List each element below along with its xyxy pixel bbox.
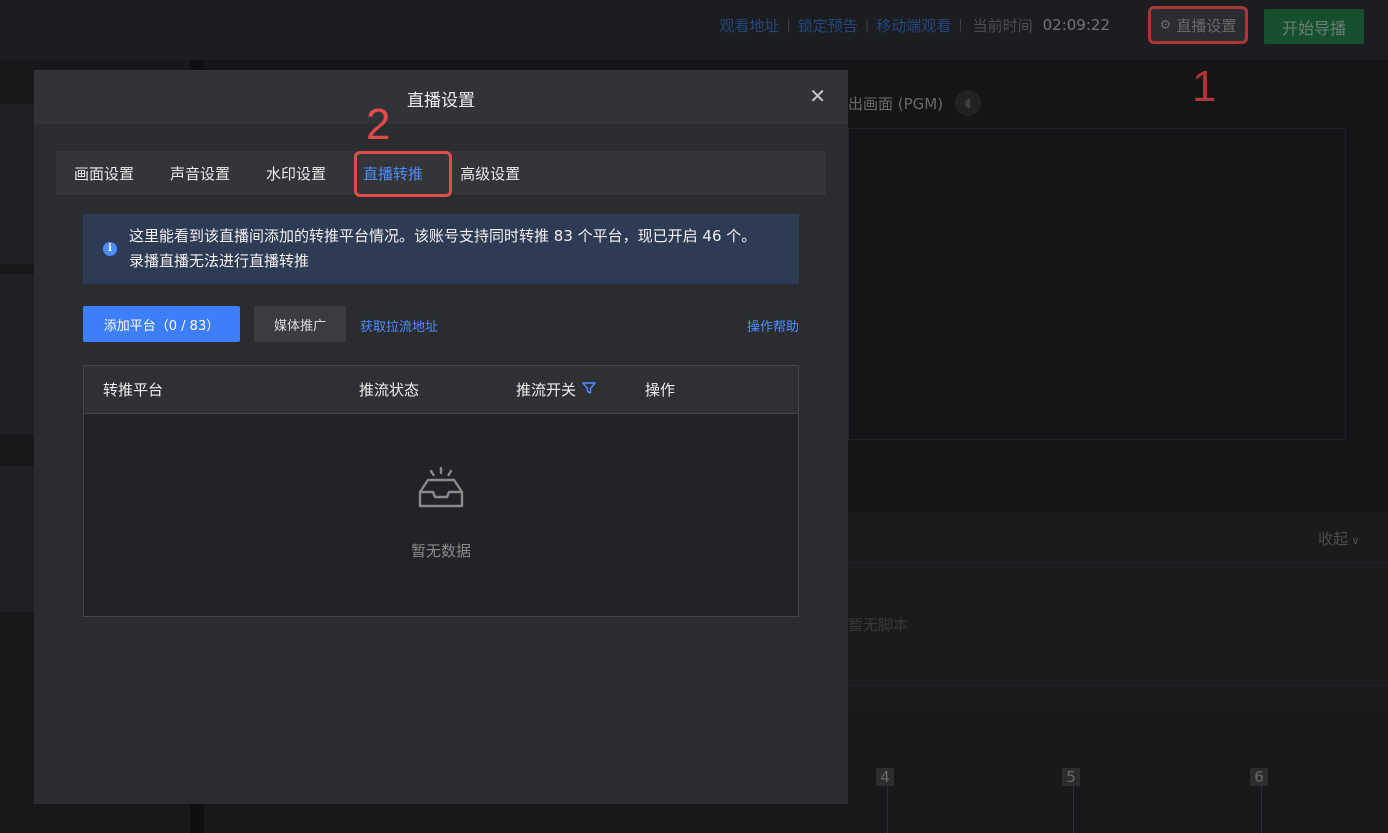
tab-watermark[interactable]: 水印设置 xyxy=(266,151,326,195)
tab-picture[interactable]: 画面设置 xyxy=(74,151,134,195)
column-platform: 转推平台 xyxy=(103,381,164,399)
close-icon[interactable]: ✕ xyxy=(809,84,826,108)
step-2-annotation: 2 xyxy=(366,100,391,149)
empty-state: 暂无数据 xyxy=(84,414,798,617)
column-stream-status: 推流状态 xyxy=(359,381,420,399)
tab-audio[interactable]: 声音设置 xyxy=(170,151,230,195)
modal-header: 直播设置 ✕ xyxy=(34,70,848,124)
live-settings-modal: 直播设置 ✕ 画面设置 声音设置 水印设置 直播转推 高级设置 2 i 这里能看… xyxy=(34,70,848,804)
modal-title: 直播设置 xyxy=(407,91,475,111)
media-promo-button[interactable]: 媒体推广 xyxy=(254,306,346,342)
tab-highlight-box xyxy=(354,151,452,197)
column-stream-switch-label: 推流开关 xyxy=(516,381,577,399)
empty-inbox-icon xyxy=(417,466,465,514)
add-platform-button[interactable]: 添加平台（0 / 83） xyxy=(83,306,240,342)
restream-table: 转推平台 推流状态 推流开关 操作 暂无数据 xyxy=(83,365,799,617)
info-banner: i 这里能看到该直播间添加的转推平台情况。该账号支持同时转推 83 个平台，现已… xyxy=(83,214,799,284)
filter-icon[interactable] xyxy=(582,381,596,399)
column-actions: 操作 xyxy=(645,381,676,399)
info-icon: i xyxy=(103,242,117,256)
table-header: 转推平台 推流状态 推流开关 操作 xyxy=(84,366,798,414)
column-stream-switch: 推流开关 xyxy=(516,379,596,400)
info-text: 这里能看到该直播间添加的转推平台情况。该账号支持同时转推 83 个平台，现已开启… xyxy=(129,227,757,270)
get-pull-url-link[interactable]: 获取拉流地址 xyxy=(360,316,438,335)
tab-advanced[interactable]: 高级设置 xyxy=(460,151,520,195)
empty-text: 暂无数据 xyxy=(410,542,471,560)
help-link[interactable]: 操作帮助 xyxy=(747,316,799,335)
